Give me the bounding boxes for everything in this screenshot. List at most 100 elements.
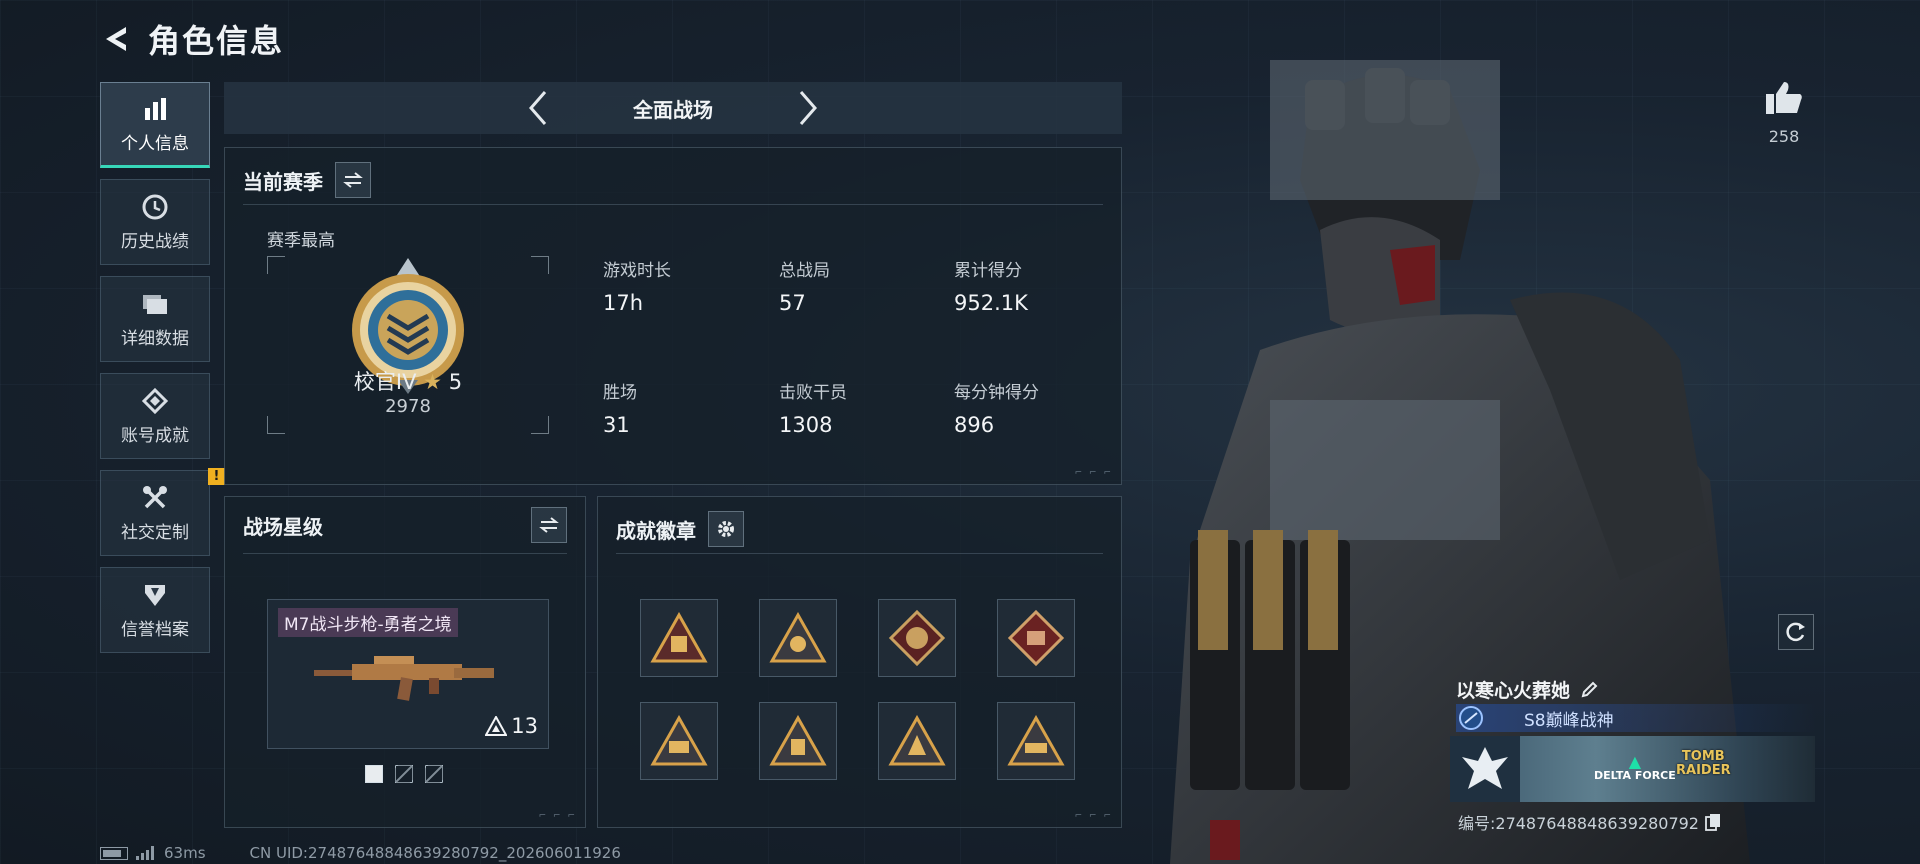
like-count: 258 xyxy=(1768,127,1800,146)
page-dot[interactable] xyxy=(365,765,383,783)
sidebar-item-detailed-data[interactable]: 详细数据 xyxy=(100,276,210,362)
triangle-badge-icon xyxy=(650,715,708,766)
stat-value: 57 xyxy=(779,291,806,315)
stat-score-per-minute: 每分钟得分 896 xyxy=(954,378,1039,437)
bar-chart-icon xyxy=(140,95,170,123)
badge-slot[interactable] xyxy=(878,702,956,780)
badge-slot[interactable] xyxy=(640,702,718,780)
sidebar-item-history[interactable]: 历史战绩 xyxy=(100,179,210,265)
switch-button[interactable] xyxy=(335,162,371,198)
badge-settings-button[interactable] xyxy=(708,511,744,547)
sidebar-item-reputation[interactable]: 信誉档案 xyxy=(100,567,210,653)
corner-decoration: ⌐ ⌐ ⌐ xyxy=(538,811,577,821)
player-id: 编号:2748764884863928079​2 xyxy=(1458,810,1721,834)
title-emblem-icon xyxy=(1459,706,1483,730)
dragon-badge-icon xyxy=(888,609,946,667)
frame-corner xyxy=(267,416,285,434)
shield-icon xyxy=(140,581,170,609)
swap-icon xyxy=(343,172,363,188)
triangle-badge-icon xyxy=(769,612,827,663)
sidebar-item-label: 社交定制 xyxy=(121,522,189,543)
page-title: 角色信息 xyxy=(148,22,285,60)
badge-slot[interactable] xyxy=(759,702,837,780)
copy-icon[interactable] xyxy=(1705,813,1721,831)
sidebar-item-label: 历史战绩 xyxy=(121,231,189,252)
edit-icon[interactable] xyxy=(1580,681,1598,699)
profile-banner[interactable]: ▲ DELTA FORCE TOMB RAIDER xyxy=(1450,736,1815,802)
sidebar-item-label: 信誉档案 xyxy=(121,619,189,640)
divider xyxy=(616,553,1103,554)
tools-icon xyxy=(140,484,170,512)
achievement-badges-panel: 成就徽章 ⌐ ⌐ ⌐ xyxy=(597,496,1122,828)
frame-corner xyxy=(531,256,549,274)
ping-text: 63ms xyxy=(164,844,206,862)
panel-title: 成就徽章 xyxy=(616,518,696,543)
badge-slot[interactable] xyxy=(759,599,837,677)
achievement-icon xyxy=(140,387,170,415)
triangle-badge-icon xyxy=(1007,715,1065,766)
weapon-name: M7战斗步枪-勇者之境 xyxy=(278,608,458,637)
stat-value: 1308 xyxy=(779,413,833,437)
player-title-bar: S8巅峰战神 xyxy=(1456,704,1816,732)
player-name-text: 以寒心火葬她 xyxy=(1456,680,1571,702)
sidebar-item-social[interactable]: ! 社交定制 xyxy=(100,468,225,556)
next-mode-button[interactable] xyxy=(788,88,828,128)
refresh-button[interactable] xyxy=(1778,614,1814,650)
divider xyxy=(243,204,1103,205)
sidebar-item-achievements[interactable]: 账号成就 xyxy=(100,373,210,459)
corner-decoration: ⌐ ⌐ ⌐ xyxy=(1074,468,1113,478)
stat-play-time: 游戏时长 17h xyxy=(603,256,671,315)
weapon-level: 13 xyxy=(485,714,538,738)
thumbs-up-icon[interactable] xyxy=(1764,80,1804,120)
history-icon xyxy=(140,193,170,221)
status-footer: 63ms CN UID:2748764884863928079​2_202606… xyxy=(100,844,621,862)
sidebar-item-personal-info[interactable]: 个人信息 xyxy=(100,82,210,168)
mode-title: 全面战场 xyxy=(633,97,713,122)
triangle-badge-icon xyxy=(650,612,708,663)
tomb-raider-logo: TOMB RAIDER xyxy=(1676,749,1731,779)
badge-grid xyxy=(640,599,1075,780)
weapon-card[interactable]: M7战斗步枪-勇者之境 13 xyxy=(267,599,549,749)
alert-badge: ! xyxy=(208,468,225,485)
stat-label: 每分钟得分 xyxy=(954,383,1039,403)
sidebar: 个人信息 历史战绩 详细数据 账号成就 ! 社交定制 信誉档案 xyxy=(100,82,225,664)
stat-value: 952.1K xyxy=(954,291,1028,315)
swap-icon xyxy=(539,517,559,533)
current-season-panel: 当前赛季 赛季最高 校官IV ★ 5 2978 游戏时长 17h 总战局 57 … xyxy=(224,147,1122,485)
rank-title: 校官IV xyxy=(353,370,417,394)
rank-name: 校官IV ★ 5 xyxy=(267,366,549,396)
page-dot[interactable] xyxy=(395,765,413,783)
badge-slot[interactable] xyxy=(878,599,956,677)
badge-slot[interactable] xyxy=(640,599,718,677)
pager xyxy=(365,765,443,783)
page-dot[interactable] xyxy=(425,765,443,783)
player-title-text: S8巅峰战神 xyxy=(1524,710,1614,731)
triangle-badge-icon xyxy=(888,715,946,766)
panel-title: 当前赛季 xyxy=(243,169,323,194)
triangle-badge-icon xyxy=(769,715,827,766)
delta-force-logo: ▲ DELTA FORCE xyxy=(1594,752,1676,782)
stat-label: 总战局 xyxy=(779,261,830,281)
back-icon[interactable] xyxy=(100,22,134,56)
rank-score: 2978 xyxy=(385,396,431,417)
stat-value: 896 xyxy=(954,413,995,437)
mode-selector: 全面战场 xyxy=(224,82,1122,134)
prev-mode-button[interactable] xyxy=(518,88,558,128)
gear-icon xyxy=(718,521,734,537)
rifle-icon xyxy=(314,656,494,701)
player-id-text: 编号:2748764884863928079​2 xyxy=(1458,814,1699,833)
badge-slot[interactable] xyxy=(997,702,1075,780)
folder-icon xyxy=(140,290,170,318)
player-name: 以寒心火葬她 xyxy=(1456,676,1598,703)
switch-button[interactable] xyxy=(531,507,567,543)
corner-decoration: ⌐ ⌐ ⌐ xyxy=(1074,811,1113,821)
signal-icon xyxy=(136,846,154,860)
badge-slot[interactable] xyxy=(997,599,1075,677)
header: 角色信息 xyxy=(100,18,542,60)
divider xyxy=(243,553,567,554)
stat-label: 胜场 xyxy=(603,383,637,403)
rank-stars: 5 xyxy=(448,370,463,394)
stat-wins: 胜场 31 xyxy=(603,378,637,437)
sidebar-item-label: 详细数据 xyxy=(121,328,189,349)
tomb-raider-logo-line2: RAIDER xyxy=(1676,763,1731,779)
